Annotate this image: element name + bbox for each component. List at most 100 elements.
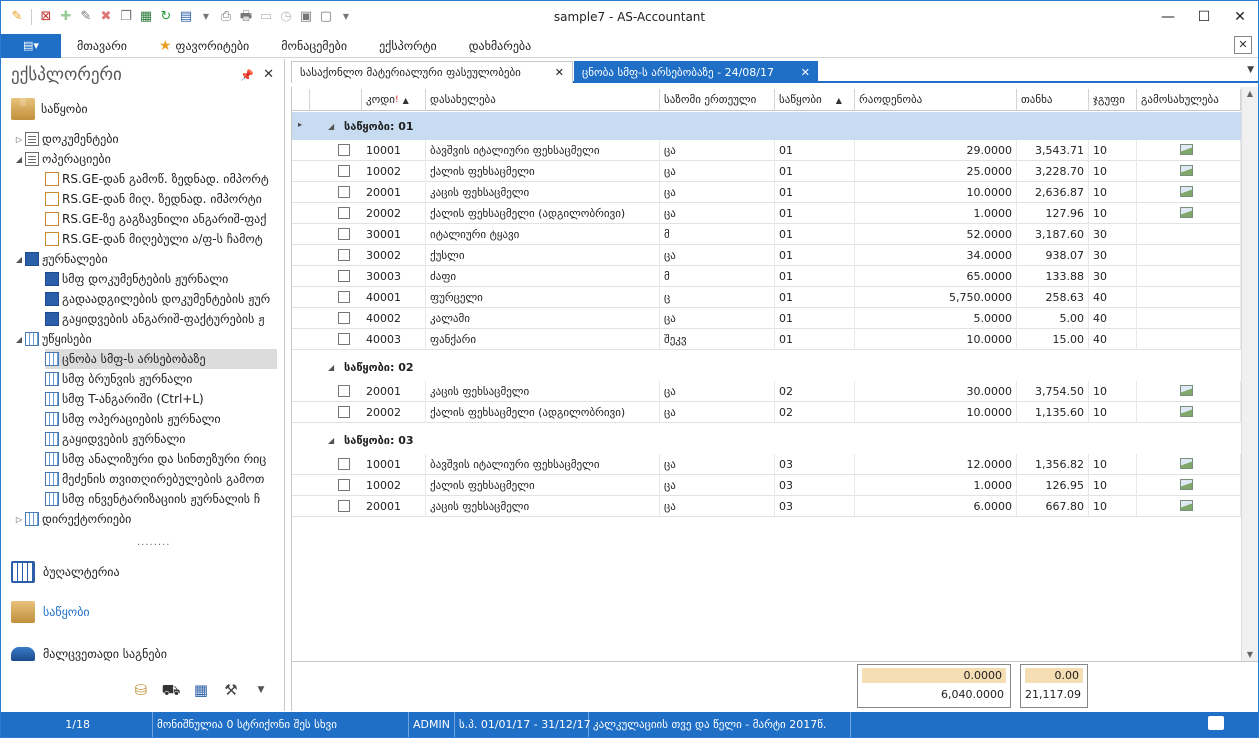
tree-item[interactable]: მეძენის თვითღირებულების გამოთ bbox=[45, 469, 277, 489]
row-checkbox[interactable] bbox=[338, 165, 350, 177]
column-header-code[interactable]: კოდი! ▲ bbox=[362, 89, 426, 111]
table-row[interactable]: 10001 ბავშვის იტალიური ფეხსაცმელი ცა 03 12.0… bbox=[292, 454, 1242, 475]
tree-item[interactable]: სმფ ინვენტარიზაციის ჟურნალის ჩ bbox=[45, 489, 277, 509]
scroll-down-icon[interactable]: ▼ bbox=[1242, 650, 1258, 659]
table-row[interactable]: 40001 ფურცელი ც 01 5,750.0000 258.63 40 bbox=[292, 287, 1242, 308]
close-panel-icon[interactable]: ✕ bbox=[263, 67, 274, 82]
explorer-group-header[interactable]: საწყობი bbox=[1, 91, 284, 127]
collapse-group-icon[interactable]: ◢ bbox=[328, 122, 344, 131]
row-checkbox[interactable] bbox=[338, 207, 350, 219]
expand-arrow-icon[interactable]: ▷ bbox=[13, 135, 25, 144]
table-row[interactable]: 20002 ქალის ფეხსაცმელი (ადგილობრივი) ცა 02 1… bbox=[292, 402, 1242, 423]
row-checkbox[interactable] bbox=[338, 406, 350, 418]
table-row[interactable]: 20001 კაცის ფეხსაცმელი ცა 01 10.0000 2,636.87… bbox=[292, 182, 1242, 203]
column-header-group[interactable]: ჯგუფი bbox=[1089, 89, 1137, 111]
menu-home[interactable]: მთავარი bbox=[61, 34, 143, 58]
image-thumbnail-icon[interactable] bbox=[1180, 186, 1193, 197]
table-row[interactable]: 20001 კაცის ფეხსაცმელი ცა 03 6.0000 667.80 10 bbox=[292, 496, 1242, 517]
column-header-amount[interactable]: თანხა bbox=[1017, 89, 1089, 111]
row-checkbox[interactable] bbox=[338, 458, 350, 470]
splitter-handle[interactable]: ........ bbox=[137, 537, 170, 548]
tab-inventory-items[interactable]: სასაქონლო მატერიალური ფასეულობები ✕ bbox=[291, 61, 573, 83]
tree-item[interactable]: გაყიდვების ანგარიშ-ფაქტურების ჟ bbox=[45, 309, 277, 329]
column-header-image[interactable]: გამოსახულება bbox=[1137, 89, 1241, 111]
page-icon[interactable]: ▭ bbox=[258, 9, 274, 25]
table-row[interactable]: 30003 ძაფი მ 01 65.0000 133.88 30 bbox=[292, 266, 1242, 287]
history-icon[interactable]: ◷ bbox=[278, 9, 294, 25]
app-menu-button[interactable]: ▤▾ bbox=[1, 33, 61, 58]
tree-item[interactable]: სმფ დოკუმენტების ჟურნალი bbox=[45, 269, 277, 289]
row-checkbox[interactable] bbox=[338, 186, 350, 198]
close-icon[interactable]: ✖ bbox=[98, 9, 114, 25]
maximize-button[interactable]: ☐ bbox=[1186, 1, 1222, 33]
customize-toolbar-icon[interactable]: ▼ bbox=[338, 9, 354, 25]
tree-item[interactable]: RS.GE-დან მიღებული ა/ფ-ს ჩამოტ bbox=[45, 229, 277, 249]
group-row-header[interactable]: ▸ ◢ საწყობი: 01 bbox=[292, 112, 1242, 140]
more-chevron-icon[interactable]: ▼ bbox=[249, 679, 273, 701]
tree-item[interactable]: ▷ დოკუმენტები bbox=[13, 129, 277, 149]
tools-icon[interactable]: ⚒ bbox=[219, 679, 243, 701]
table-row[interactable]: 10001 ბავშვის იტალიური ფეხსაცმელი ცა 01 29.0… bbox=[292, 140, 1242, 161]
table-row[interactable]: 10002 ქალის ფეხსაცმელი ცა 03 1.0000 126.95 10 bbox=[292, 475, 1242, 496]
row-checkbox[interactable] bbox=[338, 249, 350, 261]
collapse-arrow-icon[interactable]: ◢ bbox=[13, 255, 25, 264]
nav-accounting[interactable]: ბუღალტერია bbox=[11, 559, 120, 585]
image-thumbnail-icon[interactable] bbox=[1180, 479, 1193, 490]
tab-list-dropdown-icon[interactable]: ▼ bbox=[1247, 65, 1254, 75]
tree-item[interactable]: სმფ T-ანგარიში (Ctrl+L) bbox=[45, 389, 277, 409]
menu-export[interactable]: ექსპორტი bbox=[363, 34, 453, 58]
row-checkbox[interactable] bbox=[338, 333, 350, 345]
edit-icon[interactable]: ✎ bbox=[78, 9, 94, 25]
messages-icon[interactable] bbox=[1208, 716, 1224, 730]
close-document-button[interactable]: ✕ bbox=[1234, 36, 1252, 54]
refresh-icon[interactable]: ↻ bbox=[158, 9, 174, 25]
tree-item[interactable]: ◢ ოპერაციები bbox=[13, 149, 277, 169]
column-header-quantity[interactable]: რაოდენობა bbox=[855, 89, 1017, 111]
row-checkbox[interactable] bbox=[338, 479, 350, 491]
vertical-scrollbar[interactable]: ▲ ▼ bbox=[1241, 87, 1258, 661]
table-row[interactable]: 20001 კაცის ფეხსაცმელი ცა 02 30.0000 3,754.50… bbox=[292, 381, 1242, 402]
tree-item[interactable]: RS.GE-ზე გაგზავნილი ანგარიშ-ფაქ bbox=[45, 209, 277, 229]
scroll-up-icon[interactable]: ▲ bbox=[1242, 89, 1258, 98]
row-checkbox[interactable] bbox=[338, 312, 350, 324]
tree-item[interactable]: ◢ ჟურნალები bbox=[13, 249, 277, 269]
tree-item[interactable]: ▷ დირექტორიები bbox=[13, 509, 277, 529]
image-thumbnail-icon[interactable] bbox=[1180, 144, 1193, 155]
tree-item[interactable]: გაყიდვების ჟურნალი bbox=[45, 429, 277, 449]
image-thumbnail-icon[interactable] bbox=[1180, 385, 1193, 396]
equipment-icon[interactable]: ⛟ bbox=[159, 679, 183, 701]
coins-icon[interactable]: ⛁ bbox=[129, 679, 153, 701]
row-checkbox[interactable] bbox=[338, 144, 350, 156]
menu-data[interactable]: მონაცემები bbox=[265, 34, 363, 58]
column-header-warehouse[interactable]: საწყობი ▲ bbox=[775, 89, 855, 111]
table-row[interactable]: 40002 კალამი ცა 01 5.0000 5.00 40 bbox=[292, 308, 1242, 329]
print-icon[interactable]: 🖶 bbox=[238, 9, 254, 25]
group-row-header[interactable]: ◢ საწყობი: 02 bbox=[292, 353, 1242, 381]
table-row[interactable]: 30002 ქუსლი ცა 01 34.0000 938.07 30 bbox=[292, 245, 1242, 266]
tree-item[interactable]: სმფ ბრუნვის ჟურნალი bbox=[45, 369, 277, 389]
table-row[interactable]: 20002 ქალის ფეხსაცმელი (ადგილობრივი) ცა 01 1… bbox=[292, 203, 1242, 224]
copy-icon[interactable]: ❐ bbox=[118, 9, 134, 25]
image-thumbnail-icon[interactable] bbox=[1180, 458, 1193, 469]
grid-export-icon[interactable]: ▦ bbox=[138, 9, 154, 25]
calculator-icon[interactable]: ▦ bbox=[189, 679, 213, 701]
tree-item[interactable]: სმფ ანალიზური და სინთეზური რიც bbox=[45, 449, 277, 469]
chevron-down-icon[interactable]: ▼ bbox=[198, 9, 214, 25]
tree-item[interactable]: ცნობა სმფ-ს არსებობაზე bbox=[45, 349, 277, 369]
tree-item[interactable]: ◢ უწყისები bbox=[13, 329, 277, 349]
row-checkbox[interactable] bbox=[338, 270, 350, 282]
row-checkbox[interactable] bbox=[338, 385, 350, 397]
menu-help[interactable]: დახმარება bbox=[453, 34, 548, 58]
nav-warehouse[interactable]: საწყობი bbox=[11, 599, 90, 625]
print-preview-icon[interactable]: ⎙ bbox=[218, 9, 234, 25]
add-icon[interactable]: ✚ bbox=[58, 9, 74, 25]
row-checkbox[interactable] bbox=[338, 500, 350, 512]
pin-icon[interactable]: 📌 bbox=[240, 69, 254, 82]
group-row-header[interactable]: ◢ საწყობი: 03 bbox=[292, 426, 1242, 454]
minimize-button[interactable]: — bbox=[1150, 1, 1186, 33]
image-thumbnail-icon[interactable] bbox=[1180, 406, 1193, 417]
tab-inventory-report[interactable]: ცნობა სმფ-ს არსებობაზე - 24/08/17 ✕ bbox=[574, 61, 818, 83]
row-checkbox[interactable] bbox=[338, 291, 350, 303]
menu-favorites[interactable]: ★ ფავორიტები bbox=[143, 34, 265, 58]
image-thumbnail-icon[interactable] bbox=[1180, 500, 1193, 511]
